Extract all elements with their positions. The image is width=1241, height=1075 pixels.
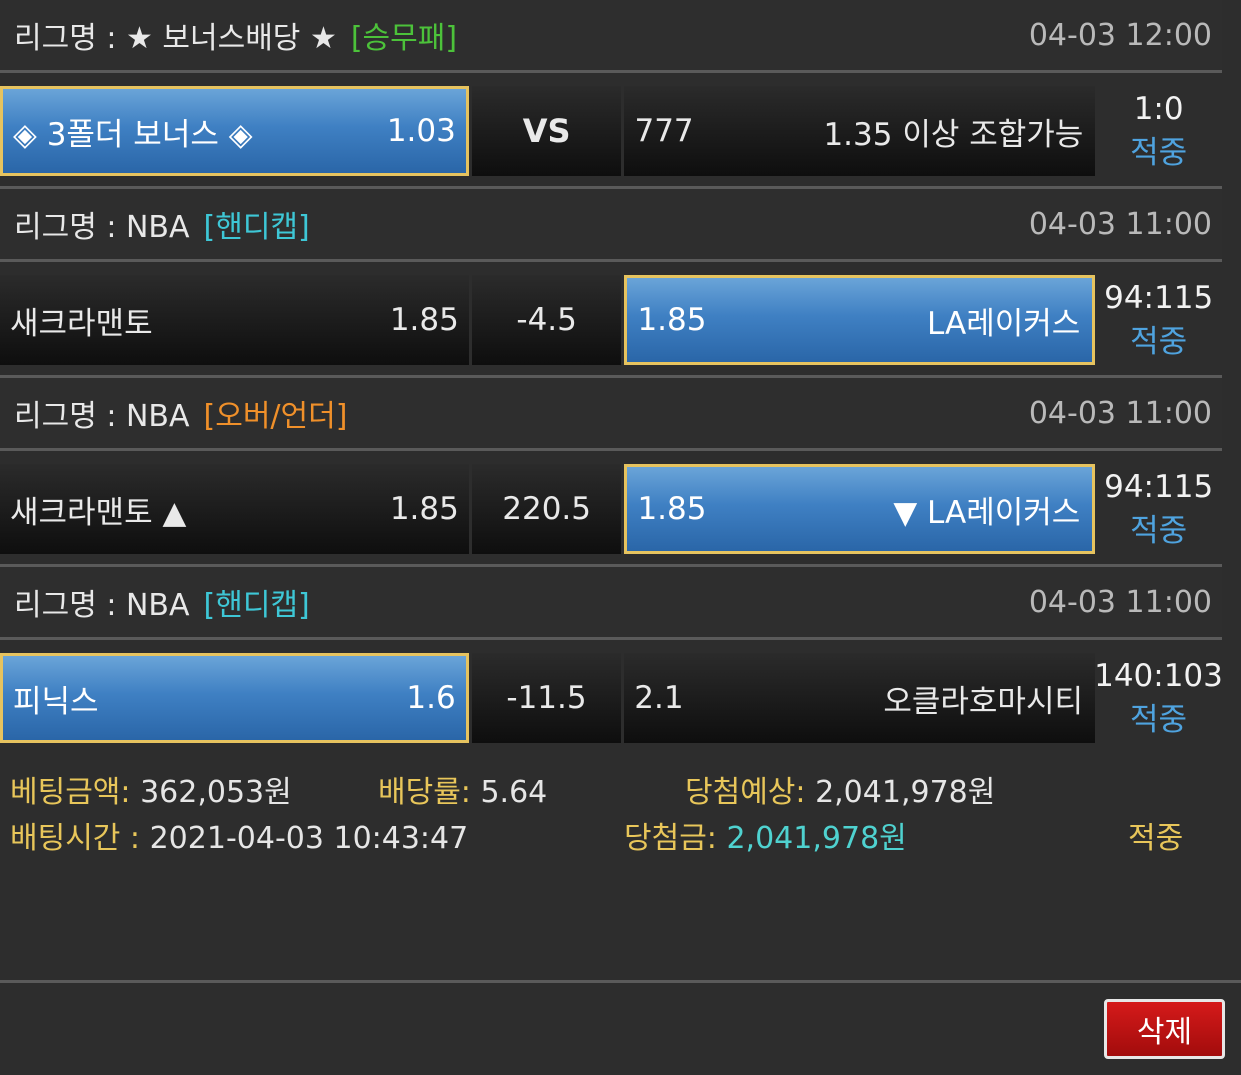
total-line: 220.5 [502,491,592,527]
home-pick[interactable]: 피닉스 1.6 [0,653,469,743]
home-team: 새크라맨토 ▲ [10,494,187,531]
bet-item: 리그명 : NBA [오버/언더] 04-03 11:00 새크라맨토 ▲ 1.85… [0,378,1222,567]
expected-win: 당첨예상: 2,041,978원 [685,767,995,811]
bet-item: 리그명 : ★ 보너스배당 ★ [승무패] 04-03 12:00 ◈ 3폴더 보… [0,0,1222,189]
summary-row-1: 베팅금액: 362,053원 배당률: 5.64 당첨예상: 2,041,978… [10,767,1222,813]
away-odds: 777 [634,113,694,149]
win-amount: 당첨금: 2,041,978원 [624,813,907,857]
result-box: 1:0 적중 [1095,86,1222,176]
away-team: 오클라호마시티 [883,683,1083,720]
result-box: 94:115 적중 [1095,464,1222,554]
win-amount-label: 당첨금: [624,821,717,856]
league-header: 리그명 : NBA [핸디캡] 04-03 11:00 [0,189,1222,259]
league-info: 리그명 : ★ 보너스배당 ★ [승무패] [14,13,457,57]
home-pick[interactable]: 새크라맨토 ▲ 1.85 [0,464,469,554]
away-odds: 1.85 [637,491,707,527]
league-name: 리그명 : NBA [14,399,190,434]
league-header: 리그명 : NBA [핸디캡] 04-03 11:00 [0,567,1222,637]
middle-value: 220.5 [471,464,622,554]
league-name: 리그명 : NBA [14,210,190,245]
home-odds: 1.85 [389,302,459,338]
handicap-value: -11.5 [506,680,587,716]
result-box: 94:115 적중 [1095,275,1222,365]
middle-value: -11.5 [471,653,622,743]
home-pick[interactable]: ◈ 3폴더 보너스 ◈ 1.03 [0,86,469,176]
home-pick[interactable]: 새크라맨토 1.85 [0,275,469,365]
league-info: 리그명 : NBA [핸디캡] [14,580,310,624]
away-pick[interactable]: 1.85 ▼ LA레이커스 [624,464,1096,554]
final-score: 1:0 [1133,91,1184,127]
bet-slip-list: 리그명 : ★ 보너스배당 ★ [승무패] 04-03 12:00 ◈ 3폴더 보… [0,0,1223,878]
result-box: 140:103 적중 [1094,653,1223,743]
away-pick[interactable]: 2.1 오클라호마시티 [624,653,1095,743]
final-score: 94:115 [1104,280,1214,316]
vs-label: VS [522,112,571,150]
expected-win-value: 2,041,978원 [815,775,996,810]
league-info: 리그명 : NBA [오버/언더] [14,391,347,435]
league-info: 리그명 : NBA [핸디캡] [14,202,310,246]
home-team: 피닉스 [13,683,99,720]
bet-summary: 베팅금액: 362,053원 배당률: 5.64 당첨예상: 2,041,978… [0,753,1222,878]
league-header: 리그명 : ★ 보너스배당 ★ [승무패] 04-03 12:00 [0,0,1222,70]
result-status: 적중 [1130,513,1188,549]
home-team: ◈ 3폴더 보너스 ◈ [13,116,253,153]
expected-win-label: 당첨예상: [685,775,806,810]
bet-item: 리그명 : NBA [핸디캡] 04-03 11:00 피닉스 1.6 -11.5 … [0,567,1223,753]
away-team: LA레이커스 [927,305,1081,342]
game-row: 피닉스 1.6 -11.5 2.1 오클라호마시티 140:103 적중 [0,640,1223,753]
total-odds-label: 배당률: [378,775,471,810]
league-header: 리그명 : NBA [오버/언더] 04-03 11:00 [0,378,1222,448]
bet-time-label: 배팅시간 : [10,821,141,856]
away-team: ▼ LA레이커스 [893,494,1081,531]
bet-type-tag: [핸디캡] [203,588,310,623]
bet-time-value: 2021-04-03 10:43:47 [149,821,469,856]
bet-time: 배팅시간 : 2021-04-03 10:43:47 [10,813,468,857]
handicap-value: -4.5 [516,302,577,338]
delete-button[interactable]: 삭제 [1104,999,1225,1059]
bet-amount-value: 362,053원 [140,775,292,810]
middle-value: VS [471,86,622,176]
bet-type-tag: [오버/언더] [203,399,348,434]
home-team: 새크라맨토 [10,305,153,342]
game-time: 04-03 11:00 [1028,584,1212,620]
away-pick[interactable]: 777 1.35 이상 조합가능 [624,86,1096,176]
game-time: 04-03 11:00 [1028,395,1212,431]
bet-item: 리그명 : NBA [핸디캡] 04-03 11:00 새크라맨토 1.85 -4.… [0,189,1222,378]
bet-amount: 베팅금액: 362,053원 [10,767,292,811]
game-row: 새크라맨토 ▲ 1.85 220.5 1.85 ▼ LA레이커스 94:115 적중 [0,451,1222,564]
final-score: 94:115 [1104,469,1214,505]
home-odds: 1.85 [389,491,459,527]
bet-status: 적중 [1128,821,1184,856]
result-status: 적중 [1129,702,1187,738]
away-team: 1.35 이상 조합가능 [823,116,1084,153]
result-status: 적중 [1130,135,1188,171]
game-row: ◈ 3폴더 보너스 ◈ 1.03 VS 777 1.35 이상 조합가능 1:0 적중 [0,73,1222,186]
game-row: 새크라맨토 1.85 -4.5 1.85 LA레이커스 94:115 적중 [0,262,1222,375]
final-score: 140:103 [1094,658,1223,694]
home-odds: 1.03 [386,113,456,149]
game-time: 04-03 12:00 [1028,17,1212,53]
total-odds-value: 5.64 [480,775,548,810]
away-odds: 1.85 [637,302,707,338]
away-pick[interactable]: 1.85 LA레이커스 [624,275,1096,365]
result-status: 적중 [1130,324,1188,360]
summary-row-2: 배팅시간 : 2021-04-03 10:43:47 당첨금: 2,041,97… [10,813,1222,859]
bet-amount-label: 베팅금액: [10,775,131,810]
total-odds: 배당률: 5.64 [378,767,547,811]
league-name: 리그명 : NBA [14,588,190,623]
bet-type-tag: [핸디캡] [203,210,310,245]
divider [0,980,1241,983]
away-odds: 2.1 [634,680,684,716]
league-name: 리그명 : ★ 보너스배당 ★ [14,21,337,56]
game-time: 04-03 11:00 [1028,206,1212,242]
bet-type-tag: [승무패] [350,21,458,56]
home-odds: 1.6 [406,680,456,716]
middle-value: -4.5 [471,275,622,365]
win-amount-value: 2,041,978원 [726,821,907,856]
